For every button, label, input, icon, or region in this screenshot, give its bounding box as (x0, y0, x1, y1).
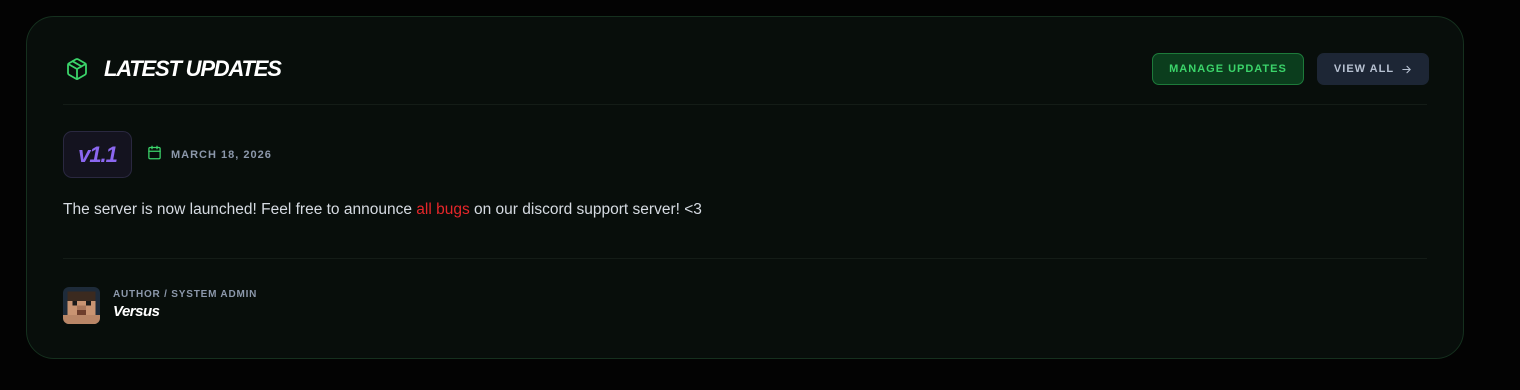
version-badge: v1.1 (63, 131, 132, 178)
message-text-after: on our discord support server! <3 (469, 201, 702, 218)
section-title: LATEST UPDATES (104, 56, 282, 81)
card-header: LATEST UPDATES MANAGE UPDATES VIEW ALL (63, 17, 1429, 105)
latest-updates-card: LATEST UPDATES MANAGE UPDATES VIEW ALL v… (26, 16, 1464, 359)
update-message: The server is now launched! Feel free to… (63, 200, 702, 220)
author-name: Versus (113, 303, 160, 320)
manage-updates-label: MANAGE UPDATES (1169, 63, 1287, 75)
package-icon (65, 57, 89, 81)
date-label: MARCH 18, 2026 (171, 149, 272, 161)
author-role: AUTHOR / SYSTEM ADMIN (113, 289, 258, 300)
avatar (63, 287, 100, 324)
footer-divider (63, 258, 1427, 259)
message-highlight: all bugs (416, 201, 470, 218)
view-all-label: VIEW ALL (1333, 63, 1395, 75)
arrow-right-icon (1401, 64, 1412, 75)
calendar-icon (147, 145, 162, 165)
view-all-button[interactable]: VIEW ALL (1317, 53, 1429, 85)
update-date: MARCH 18, 2026 (147, 145, 272, 165)
manage-updates-button[interactable]: MANAGE UPDATES (1152, 53, 1304, 85)
message-text-before: The server is now launched! Feel free to… (63, 201, 417, 218)
